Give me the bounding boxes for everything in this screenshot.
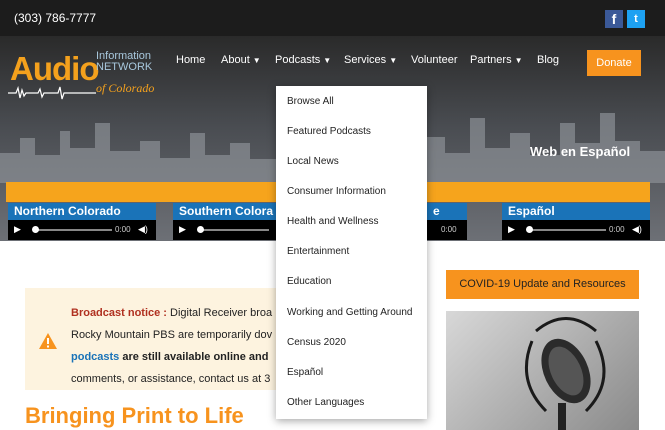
time-display: 0:00	[609, 225, 625, 234]
dropdown-item-local-news[interactable]: Local News	[287, 156, 339, 167]
notice-line-1-text: Digital Receiver broa	[166, 307, 273, 319]
notice-line-3-text: are still available online and	[119, 351, 269, 363]
progress-handle[interactable]	[526, 226, 533, 233]
play-icon[interactable]: ▶	[14, 224, 21, 235]
dropdown-item-education[interactable]: Education	[287, 276, 331, 287]
page: (303) 786-7777 f t Audio Information NET…	[0, 0, 665, 430]
chevron-down-icon: ▼	[389, 56, 398, 65]
chevron-down-icon: ▼	[323, 56, 332, 65]
dropdown-item-working-getting-around[interactable]: Working and Getting Around	[287, 307, 412, 318]
dropdown-item-health-wellness[interactable]: Health and Wellness	[287, 216, 379, 227]
logo-line-colorado: of Colorado	[96, 81, 155, 95]
notice-line-2: Rocky Mountain PBS are temporarily dov	[71, 329, 273, 341]
logo-subtitle: Information NETWORK	[96, 51, 152, 73]
dropdown-item-espanol[interactable]: Español	[287, 367, 323, 378]
web-en-espanol-link[interactable]: Web en Español	[530, 144, 630, 159]
nav-about[interactable]: About ▼	[221, 54, 261, 66]
dropdown-item-consumer-information[interactable]: Consumer Information	[287, 186, 386, 197]
nav-partners-label: Partners	[470, 54, 512, 66]
dropdown-item-featured-podcasts[interactable]: Featured Podcasts	[287, 126, 371, 137]
progress-handle[interactable]	[32, 226, 39, 233]
progress-track[interactable]	[199, 229, 269, 231]
facebook-icon[interactable]: f	[605, 10, 623, 28]
microphone-icon	[524, 317, 606, 430]
progress-track[interactable]	[528, 229, 606, 231]
page-heading: Bringing Print to Life	[25, 403, 244, 428]
nav-home[interactable]: Home	[176, 54, 205, 66]
nav-partners[interactable]: Partners ▼	[470, 54, 523, 66]
play-icon[interactable]: ▶	[179, 224, 186, 235]
notice-line-4: comments, or assistance, contact us at 3	[71, 373, 271, 385]
nav-podcasts[interactable]: Podcasts ▼	[275, 54, 331, 66]
stream-title-third: e	[427, 203, 467, 220]
dropdown-item-entertainment[interactable]: Entertainment	[287, 246, 349, 257]
stream-title-espanol: Español	[502, 203, 650, 220]
nav-blog[interactable]: Blog	[537, 54, 559, 66]
audio-player-northern[interactable]: ▶ 0:00 ◀)	[8, 220, 156, 240]
logo-line-network: NETWORK	[96, 61, 153, 73]
nav-services-label: Services	[344, 54, 387, 66]
nav-services[interactable]: Services ▼	[344, 54, 397, 66]
volume-icon[interactable]: ◀)	[632, 224, 642, 235]
dropdown-item-browse-all[interactable]: Browse All	[287, 96, 334, 107]
chevron-down-icon: ▼	[252, 56, 261, 65]
microphone-photo	[446, 311, 639, 430]
notice-text: Broadcast notice : Digital Receiver broa…	[71, 302, 272, 390]
phone-number[interactable]: (303) 786-7777	[14, 11, 96, 25]
progress-handle[interactable]	[197, 226, 204, 233]
podcasts-dropdown-menu: Browse All Featured Podcasts Local News …	[276, 86, 427, 419]
time-display: 0:00	[441, 225, 457, 234]
warning-icon	[39, 333, 57, 349]
nav-volunteer[interactable]: Volunteer	[411, 54, 457, 66]
progress-track[interactable]	[34, 229, 112, 231]
covid-update-button[interactable]: COVID-19 Update and Resources	[446, 270, 639, 299]
top-bar: (303) 786-7777 f t	[0, 0, 665, 36]
nav-podcasts-label: Podcasts	[275, 54, 321, 66]
audio-player-espanol[interactable]: ▶ 0:00 ◀)	[502, 220, 650, 240]
stream-title-northern: Northern Colorado	[8, 203, 156, 220]
stream-title-southern: Southern Colora	[173, 203, 276, 220]
volume-icon[interactable]: ◀)	[138, 224, 148, 235]
audio-player-third[interactable]: 0:00	[427, 220, 467, 240]
dropdown-item-census-2020[interactable]: Census 2020	[287, 337, 346, 348]
time-display: 0:00	[115, 225, 131, 234]
notice-line-3: podcasts are still available online and	[71, 346, 272, 368]
nav-about-label: About	[221, 54, 250, 66]
play-icon[interactable]: ▶	[508, 224, 515, 235]
podcasts-link[interactable]: podcasts	[71, 351, 119, 363]
logo-audio-text[interactable]: Audio	[10, 50, 99, 88]
twitter-icon[interactable]: t	[627, 10, 645, 28]
donate-button[interactable]: Donate	[587, 50, 641, 76]
sound-wave-icon	[8, 86, 96, 100]
dropdown-item-other-languages[interactable]: Other Languages	[287, 397, 364, 408]
audio-player-southern[interactable]: ▶	[173, 220, 276, 240]
chevron-down-icon: ▼	[514, 56, 523, 65]
notice-line-1: Broadcast notice : Digital Receiver broa	[71, 302, 272, 324]
notice-label: Broadcast notice :	[71, 307, 167, 319]
